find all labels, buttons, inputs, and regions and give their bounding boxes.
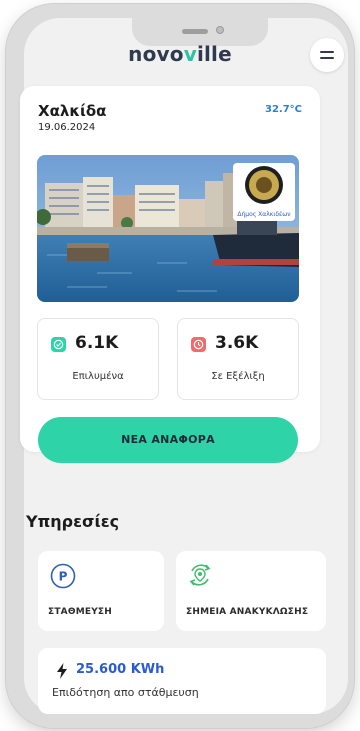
service-recycling[interactable]: ΣΗΜΕΙΑ ΑΝΑΚΥΚΛΩΣΗΣ bbox=[176, 551, 326, 631]
app-logo: novoville bbox=[128, 42, 232, 66]
check-icon bbox=[51, 337, 66, 352]
resolved-stat-card[interactable]: 6.1K Επιλυμένα bbox=[37, 318, 159, 400]
energy-value: 25.600 KWh bbox=[76, 662, 165, 677]
resolved-label: Επιλυμένα bbox=[72, 371, 124, 382]
city-photo: Δήμος Χαλκιδέων bbox=[37, 155, 299, 302]
menu-button[interactable] bbox=[310, 38, 344, 72]
service-label: ΣΗΜΕΙΑ ΑΝΑΚΥΚΛΩΣΗΣ bbox=[186, 607, 309, 617]
front-camera bbox=[216, 26, 224, 34]
current-date: 19.06.2024 bbox=[38, 122, 96, 133]
energy-subtitle: Επιδότηση απο στάθμευση bbox=[52, 686, 199, 699]
in-progress-count: 3.6K bbox=[215, 333, 259, 353]
lightning-icon bbox=[54, 662, 70, 680]
resolved-count: 6.1K bbox=[75, 333, 119, 353]
service-label: ΣΤΑΘΜΕΥΣΗ bbox=[48, 607, 113, 617]
in-progress-stat-card[interactable]: 3.6K Σε Εξέλιξη bbox=[177, 318, 299, 400]
municipality-logo-caption: Δήμος Χαλκιδέων bbox=[237, 211, 291, 218]
parking-icon: P bbox=[50, 563, 76, 589]
in-progress-label: Σε Εξέλιξη bbox=[211, 371, 265, 382]
services-title: Υπηρεσίες bbox=[26, 512, 120, 531]
clock-icon bbox=[191, 337, 206, 352]
city-name: Χαλκίδα bbox=[38, 102, 107, 120]
new-report-button[interactable]: ΝΕΑ ΑΝΑΦΟΡΑ bbox=[38, 417, 298, 463]
speaker-grille bbox=[182, 29, 208, 34]
svg-text:P: P bbox=[59, 570, 68, 584]
menu-icon bbox=[320, 51, 334, 53]
service-parking[interactable]: P ΣΤΑΘΜΕΥΣΗ bbox=[38, 551, 164, 631]
energy-subsidy-card[interactable]: 25.600 KWh Επιδότηση απο στάθμευση bbox=[38, 648, 326, 714]
weather-card: Χαλκίδα 19.06.2024 32.7°C Δήμος Χαλκιδέω… bbox=[20, 86, 320, 463]
recycling-icon bbox=[184, 559, 216, 591]
temperature: 32.7°C bbox=[264, 104, 302, 115]
